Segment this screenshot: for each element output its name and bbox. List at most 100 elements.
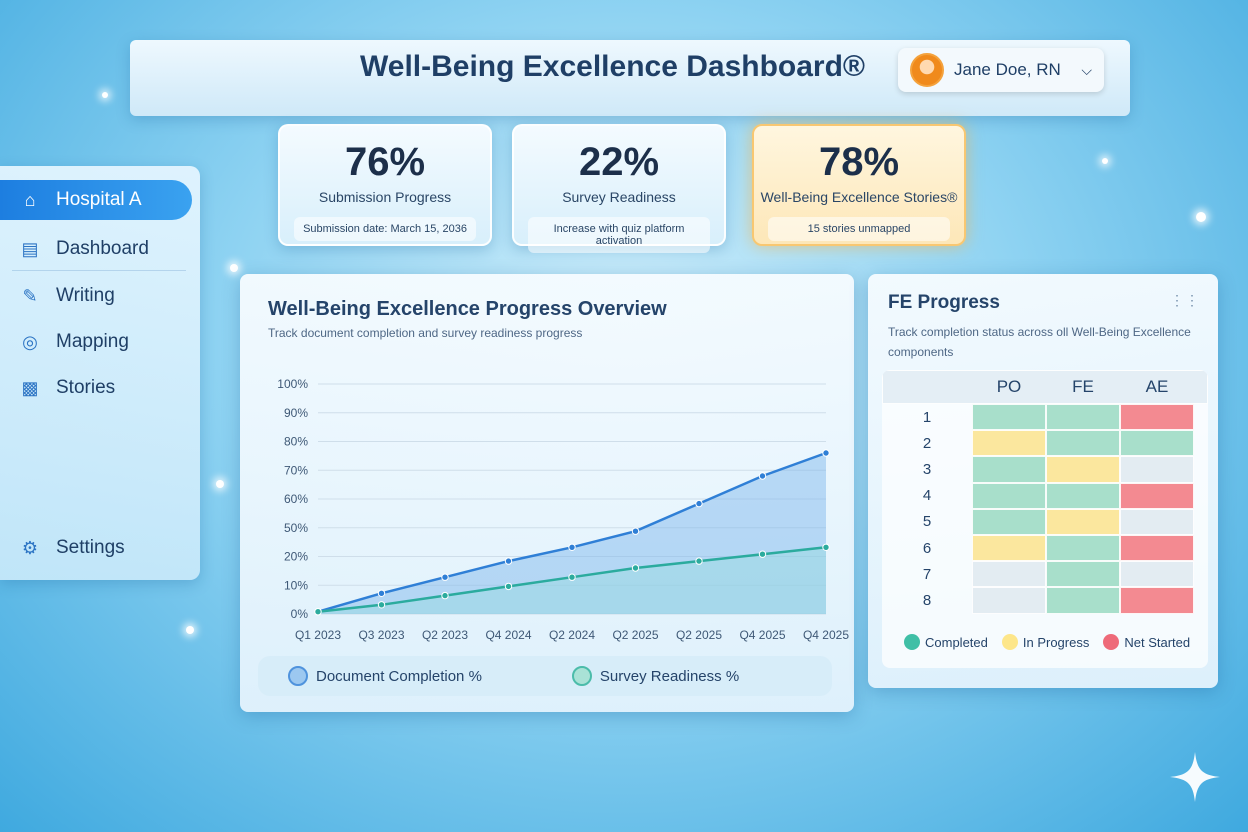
y-tick-label: 0% — [291, 607, 309, 621]
status-cell — [1046, 430, 1120, 457]
fe-progress-panel: FE Progress ⋮⋮ Track completion status a… — [868, 274, 1218, 688]
sidebar-item-label: Mapping — [56, 331, 129, 352]
sidebar: ⌂ Hospital A ▤ Dashboard ✎ Writing ◎ Map… — [0, 166, 200, 580]
data-point — [441, 573, 449, 581]
data-point — [758, 550, 767, 558]
x-tick-label: Q4 2025 — [739, 628, 785, 642]
status-cell — [972, 482, 1046, 509]
kpi-note: 15 stories unmapped — [768, 217, 950, 241]
status-cell — [1120, 508, 1194, 535]
legend-label: Survey Readiness % — [599, 667, 740, 685]
row-label: 3 — [922, 460, 932, 478]
row-label: 7 — [922, 565, 932, 583]
legend-swatch — [904, 634, 920, 650]
sidebar-item-label: Writing — [56, 285, 115, 306]
legend-item-completed: Completed — [904, 634, 988, 650]
sidebar-item-dashboard[interactable]: ▤ Dashboard — [0, 229, 190, 269]
status-cell — [1046, 508, 1120, 535]
status-cell — [1120, 587, 1194, 614]
kpi-note: Submission date: March 15, 2036 — [294, 217, 476, 241]
panel-subtitle: Track completion status across oll Well-… — [888, 325, 1191, 359]
legend-item-survey-readiness[interactable]: Survey Readiness % — [571, 666, 740, 686]
writing-icon: ✎ — [22, 285, 38, 306]
sidebar-item-hospital-a[interactable]: ⌂ Hospital A — [0, 180, 192, 220]
y-tick-label: 80% — [284, 435, 308, 449]
chart-legend: Document Completion % Survey Readiness % — [258, 656, 832, 696]
x-tick-label: Q4 2025 — [803, 628, 849, 642]
user-menu[interactable]: Jane Doe, RN ⌵ — [898, 48, 1104, 92]
sparkle — [186, 626, 194, 634]
data-point — [314, 608, 322, 616]
legend-label: In Progress — [1022, 634, 1090, 650]
home-icon: ⌂ — [24, 189, 36, 210]
data-point — [504, 582, 513, 591]
kpi-note: Increase with quiz platform activation — [528, 217, 710, 253]
status-cell — [1120, 404, 1194, 431]
sparkle — [102, 92, 108, 98]
sidebar-item-settings[interactable]: ⚙ Settings — [0, 528, 190, 568]
row-label: 2 — [922, 434, 932, 452]
grip-dots-icon[interactable]: ⋮⋮ — [1170, 292, 1200, 309]
sparkle — [1196, 212, 1206, 222]
status-cell — [1046, 561, 1120, 588]
y-tick-label: 100% — [277, 377, 308, 391]
data-point — [822, 449, 830, 457]
status-cell — [1120, 482, 1194, 509]
legend-label: Document Completion % — [316, 667, 482, 685]
progress-overview-panel: Well-Being Excellence Progress Overview … — [240, 274, 854, 712]
sparkle — [230, 264, 238, 272]
page-title: Well-Being Excellence Dashboard® — [360, 50, 866, 83]
sidebar-item-mapping[interactable]: ◎ Mapping — [0, 322, 190, 362]
row-label: 1 — [922, 408, 932, 426]
data-point — [631, 527, 640, 535]
kpi-label: Survey Readiness — [562, 189, 676, 205]
status-cell — [1046, 535, 1120, 562]
chevron-down-icon[interactable]: ⌵ — [1081, 62, 1092, 79]
user-name: Jane Doe, RN — [954, 60, 1061, 79]
sidebar-item-stories[interactable]: ▩ Stories — [0, 368, 190, 408]
row-label: 6 — [922, 539, 932, 557]
row-label: 4 — [922, 487, 932, 505]
fe-legend: Completed In Progress Net Started — [904, 634, 1190, 650]
data-point — [568, 543, 576, 551]
legend-item-document-completion[interactable]: Document Completion % — [288, 666, 482, 686]
data-point — [377, 589, 386, 597]
legend-item-in-progress: In Progress — [1001, 634, 1090, 650]
data-point — [504, 557, 513, 565]
divider — [12, 270, 186, 271]
data-point — [695, 499, 703, 508]
data-point — [441, 591, 449, 600]
legend-label: Net Started — [1124, 634, 1191, 650]
sidebar-item-label: Settings — [56, 537, 125, 558]
status-cell — [1120, 430, 1194, 457]
kpi-survey-readiness: 22% Survey Readiness Increase with quiz … — [512, 124, 726, 253]
status-cell — [972, 561, 1046, 588]
sidebar-item-label: Hospital A — [56, 189, 142, 210]
status-cell — [1046, 404, 1120, 431]
status-cell — [1120, 561, 1194, 588]
y-tick-label: 70% — [284, 463, 308, 477]
y-tick-label: 60% — [284, 492, 308, 506]
status-cell — [1046, 482, 1120, 509]
legend-label: Completed — [925, 634, 988, 650]
kpi-value: 22% — [578, 140, 660, 184]
y-tick-label: 20% — [284, 550, 308, 564]
x-tick-label: Q4 2024 — [485, 628, 531, 642]
progress-chart: 0% 10% 20% 50% 60% 70% 80% 90% 100% Q1 2023 Q3 202… — [277, 377, 849, 642]
status-cell — [1046, 456, 1120, 483]
sidebar-item-label: Stories — [56, 377, 116, 398]
status-cell — [972, 508, 1046, 535]
sidebar-item-writing[interactable]: ✎ Writing — [0, 276, 190, 316]
sparkle-star-icon — [1170, 752, 1220, 802]
kpi-value: 78% — [818, 140, 900, 184]
sparkle — [216, 480, 224, 488]
kpi-stories: 78% Well-Being Excellence Stories® 15 st… — [752, 124, 966, 246]
status-cell — [972, 404, 1046, 431]
y-tick-label: 10% — [284, 578, 308, 592]
kpi-label: Submission Progress — [318, 189, 452, 205]
legend-swatch — [1001, 634, 1018, 650]
x-tick-label: Q1 2023 — [295, 628, 341, 642]
row-label: 5 — [922, 513, 932, 531]
status-cell — [1120, 456, 1194, 483]
dashboard-icon: ▤ — [21, 238, 39, 259]
